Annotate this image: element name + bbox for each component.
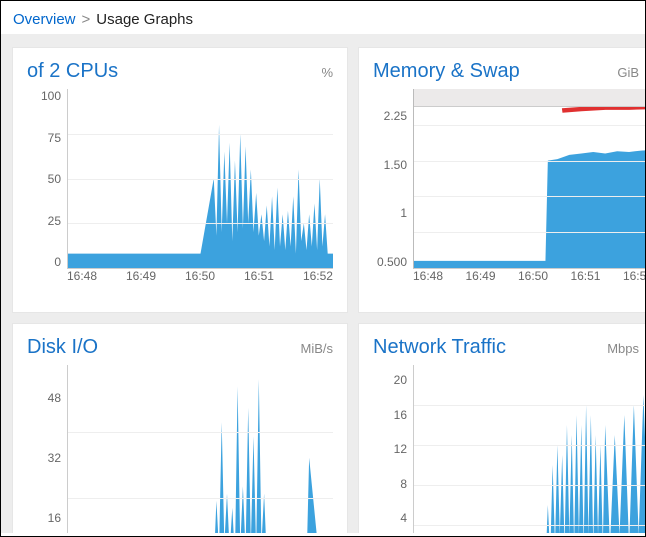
- memory-y-axis: 2.25 1.50 1 0.500: [373, 109, 413, 269]
- axis-tick: 16:49: [465, 269, 495, 289]
- memory-x-axis: 16:48 16:49 16:50 16:51 16:52: [413, 269, 645, 289]
- axis-tick: 16:48: [67, 269, 97, 289]
- axis-tick: 32: [48, 451, 61, 465]
- card-unit-disk: MiB/s: [301, 341, 334, 356]
- card-title-disk: Disk I/O: [27, 336, 98, 359]
- axis-tick: 16: [394, 408, 407, 422]
- card-title-network: Network Traffic: [373, 336, 506, 359]
- axis-tick: 75: [48, 131, 61, 145]
- axis-tick: 2.25: [384, 109, 407, 123]
- axis-tick: 4: [400, 511, 407, 525]
- card-unit-cpu: %: [321, 65, 333, 80]
- axis-tick: 100: [41, 89, 61, 103]
- axis-tick: 1.50: [384, 158, 407, 172]
- axis-tick: 16: [48, 511, 61, 525]
- network-chart: 20 16 12 8 4: [373, 365, 645, 533]
- cpu-chart: 100 75 50 25 0 16:48 16:49 16:50 16:51 16:52: [27, 89, 333, 289]
- axis-tick: 16:51: [570, 269, 600, 289]
- axis-tick: 16:52: [303, 269, 333, 289]
- axis-tick: 0.500: [377, 255, 407, 269]
- breadcrumb-current: Usage Graphs: [96, 11, 193, 28]
- axis-tick: 1: [400, 206, 407, 220]
- card-cpu: of 2 CPUs % 1007550250 16:4816:4916:5016…: [13, 48, 347, 312]
- axis-tick: 16:49: [126, 269, 156, 289]
- chevron-right-icon: >: [82, 11, 91, 28]
- card-network: Network Traffic Mbps 20 16 12 8 4: [359, 324, 645, 533]
- axis-tick: 0: [54, 255, 61, 269]
- card-title-cpu: of 2 CPUs: [27, 60, 118, 83]
- card-unit-memory: GiB: [617, 65, 639, 80]
- axis-tick: 16:52: [623, 269, 645, 289]
- card-disk: Disk I/O MiB/s 48 32 16: [13, 324, 347, 533]
- dashboard-grid: of 2 CPUs % 1007550250 16:4816:4916:5016…: [1, 34, 645, 533]
- disk-chart: 48 32 16: [27, 365, 333, 533]
- axis-tick: 16:51: [244, 269, 274, 289]
- axis-tick: 16:50: [185, 269, 215, 289]
- cpu-y-axis: 100 75 50 25 0: [27, 89, 67, 269]
- axis-tick: 16:48: [413, 269, 443, 289]
- axis-tick: 12: [394, 442, 407, 456]
- axis-tick: 8: [400, 477, 407, 491]
- network-y-axis: 20 16 12 8 4: [373, 373, 413, 525]
- cpu-x-axis: 16:48 16:49 16:50 16:51 16:52: [67, 269, 333, 289]
- axis-tick: 25: [48, 214, 61, 228]
- memory-chart: 2.25 1.50 1 0.500 16:48 16:49 16:50 16:51 16:52: [373, 89, 645, 289]
- disk-y-axis: 48 32 16: [27, 391, 67, 525]
- axis-tick: 48: [48, 391, 61, 405]
- card-memory: Memory & Swap GiB 2.251.5010.500 16:4816…: [359, 48, 645, 312]
- breadcrumb-root[interactable]: Overview: [13, 11, 76, 28]
- breadcrumb: Overview > Usage Graphs: [1, 1, 645, 34]
- axis-tick: 50: [48, 172, 61, 186]
- card-unit-network: Mbps: [607, 341, 639, 356]
- card-title-memory: Memory & Swap: [373, 60, 520, 83]
- axis-tick: 16:50: [518, 269, 548, 289]
- axis-tick: 20: [394, 373, 407, 387]
